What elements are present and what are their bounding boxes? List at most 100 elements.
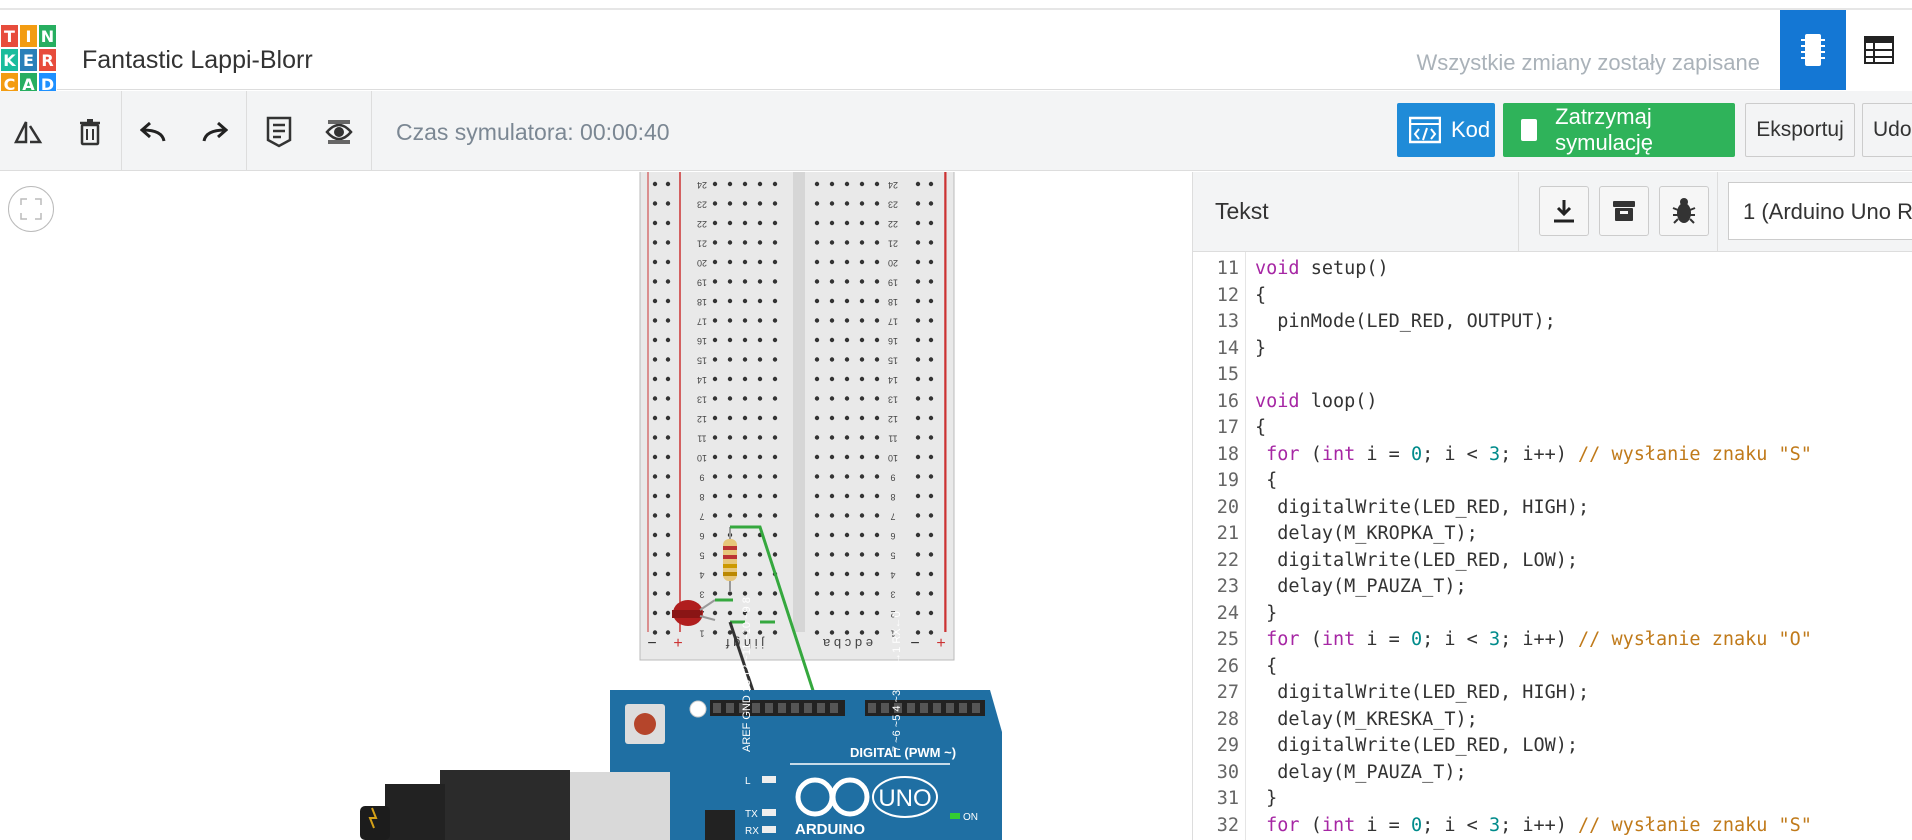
rail-hole	[928, 259, 934, 265]
code-line[interactable]: 11 void setup()	[1193, 258, 1912, 284]
code-line[interactable]: 16 void loop()	[1193, 391, 1912, 417]
breadboard-hole	[757, 181, 763, 187]
redo-button[interactable]	[194, 113, 234, 151]
code-line[interactable]: 28 delay(M_KRESKA_T);	[1193, 709, 1912, 735]
breadboard-hole	[829, 435, 835, 440]
code-button[interactable]: Kod	[1397, 103, 1495, 157]
circuit-view-button[interactable]	[1780, 10, 1846, 90]
breadboard-hole	[742, 591, 748, 596]
breadboard-hole	[814, 435, 820, 440]
download-code-button[interactable]	[1539, 186, 1589, 236]
circuit-workspace[interactable]: 24 24 23 23 22 22 21 21 20 20 19 19 18 18 17 17 16 16 15 15…	[0, 172, 1192, 840]
breadboard-hole	[757, 435, 763, 440]
power-led	[950, 813, 960, 819]
code-line[interactable]: 18 for (int i = 0; i < 3; i++) // wysłan…	[1193, 444, 1912, 470]
logo-letter: T	[0, 24, 19, 48]
rail-hole	[915, 181, 921, 187]
breadboard-hole	[814, 591, 820, 596]
breadboard-hole	[859, 279, 865, 284]
breadboard-center-channel	[793, 172, 805, 632]
breadboard-hole	[859, 181, 865, 187]
code-line[interactable]: 29 digitalWrite(LED_RED, LOW);	[1193, 735, 1912, 761]
breadboard-hole	[859, 415, 865, 421]
code-line[interactable]: 24 }	[1193, 603, 1912, 629]
rail-hole	[652, 591, 658, 596]
breadboard-hole	[829, 513, 835, 518]
code-line[interactable]: 17 {	[1193, 417, 1912, 443]
code-line[interactable]: 19 {	[1193, 470, 1912, 496]
breadboard-hole	[814, 415, 820, 421]
breadboard-hole	[859, 610, 865, 616]
tinkercad-logo[interactable]: TINKERCAD	[0, 24, 57, 96]
code-line[interactable]: 21 delay(M_KROPKA_T);	[1193, 523, 1912, 549]
line-number: 19	[1216, 470, 1239, 491]
breadboard-hole	[829, 610, 835, 616]
code-text: }	[1255, 337, 1267, 359]
rail-hole	[665, 513, 671, 518]
code-line[interactable]: 30 delay(M_PAUZA_T);	[1193, 762, 1912, 788]
line-number: 14	[1216, 337, 1239, 359]
code-line[interactable]: 12 {	[1193, 285, 1912, 311]
breadboard-hole	[829, 259, 835, 265]
code-line[interactable]: 32 for (int i = 0; i < 3; i++) // wysłan…	[1193, 815, 1912, 840]
row-number-label: 4	[699, 570, 704, 580]
device-select[interactable]: 1 (Arduino Uno R3)	[1728, 182, 1912, 240]
rail-hole	[665, 396, 671, 401]
code-line[interactable]: 23 delay(M_PAUZA_T);	[1193, 576, 1912, 602]
breadboard-hole	[829, 591, 835, 596]
code-editor[interactable]: 11 void setup() 12 {13 pinMode(LED_RED, OUT…	[1193, 252, 1912, 840]
breadboard-hole	[874, 435, 880, 440]
code-line[interactable]: 31 }	[1193, 788, 1912, 814]
breadboard-hole	[844, 259, 850, 265]
code-line[interactable]: 22 digitalWrite(LED_RED, LOW);	[1193, 550, 1912, 576]
rail-hole	[665, 337, 671, 343]
share-button[interactable]: Udos	[1862, 103, 1912, 157]
breadboard-hole	[742, 220, 748, 226]
delete-button[interactable]	[70, 113, 110, 151]
project-title[interactable]: Fantastic Lappi-Blorr	[82, 46, 313, 75]
rail-hole	[665, 610, 671, 616]
undo-button[interactable]	[134, 113, 174, 151]
rail-hole	[665, 552, 671, 557]
line-number: 26	[1216, 655, 1239, 677]
code-line[interactable]: 14}	[1193, 338, 1912, 364]
breadboard-hole	[829, 240, 835, 245]
breadboard-hole	[814, 571, 820, 577]
code-line[interactable]: 26 {	[1193, 656, 1912, 682]
breadboard-hole	[757, 220, 763, 226]
code-mode-select[interactable]: Tekst	[1215, 198, 1269, 225]
code-line[interactable]: 13 pinMode(LED_RED, OUTPUT);	[1193, 311, 1912, 337]
code-line[interactable]: 20 digitalWrite(LED_RED, HIGH);	[1193, 497, 1912, 523]
breadboard-hole	[757, 279, 763, 284]
breadboard-hole	[814, 240, 820, 245]
breadboard-hole	[742, 318, 748, 323]
breadboard-hole	[859, 220, 865, 226]
breadboard-hole	[829, 318, 835, 323]
libraries-button[interactable]	[1599, 186, 1649, 236]
usb-plug	[440, 770, 570, 840]
export-button[interactable]: Eksportuj	[1745, 103, 1855, 157]
code-line[interactable]: 15	[1193, 364, 1912, 390]
circuit-canvas[interactable]: 24 2423 2322 2221 2120 2019 1918 1817 1716 1615 15…	[0, 172, 1192, 840]
notes-button[interactable]	[259, 113, 299, 151]
component-list-button[interactable]	[1846, 10, 1912, 90]
breadboard-hole	[742, 201, 748, 206]
breadboard-hole	[727, 454, 733, 460]
breadboard-hole	[874, 571, 880, 577]
stop-simulation-button[interactable]: Zatrzymaj symulację	[1503, 103, 1735, 157]
breadboard-hole	[829, 396, 835, 401]
tool-group-edit	[0, 91, 122, 171]
breadboard-hole	[844, 220, 850, 226]
debugger-button[interactable]	[1659, 186, 1709, 236]
breadboard-hole	[859, 298, 865, 304]
breadboard-hole	[814, 357, 820, 362]
code-line[interactable]: 27 digitalWrite(LED_RED, HIGH);	[1193, 682, 1912, 708]
rotate-button[interactable]	[8, 113, 48, 151]
breadboard-hole	[772, 435, 778, 440]
code-line[interactable]: 25 for (int i = 0; i < 3; i++) // wysłan…	[1193, 629, 1912, 655]
visibility-button[interactable]	[319, 113, 359, 151]
breadboard-hole	[844, 376, 850, 382]
rail-hole	[928, 318, 934, 323]
breadboard-hole	[712, 415, 718, 421]
breadboard-hole	[742, 493, 748, 499]
